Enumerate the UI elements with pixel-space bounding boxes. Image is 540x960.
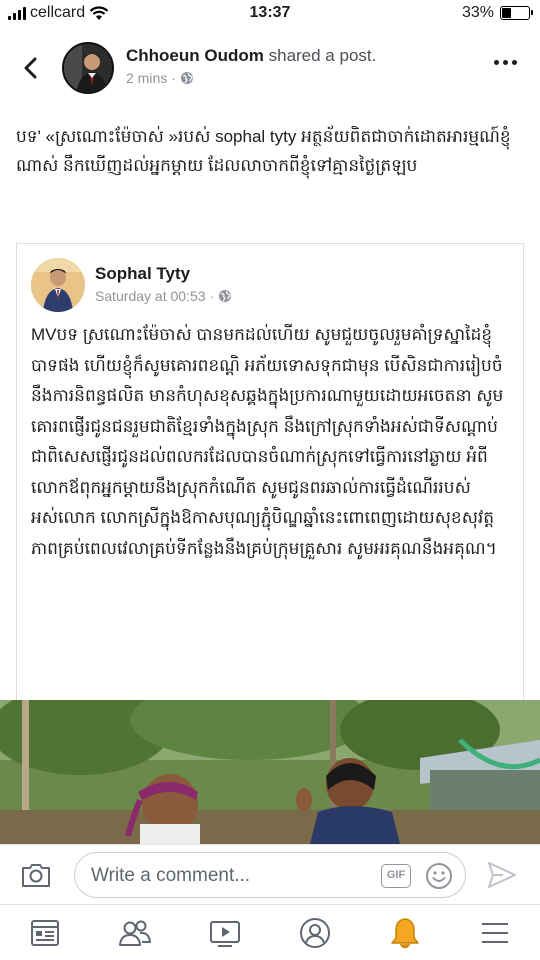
camera-icon[interactable]: [20, 861, 52, 889]
comment-placeholder: Write a comment...: [91, 865, 251, 886]
shared-post-card[interactable]: Sophal Tyty Saturday at 00:53 · MVបទ ស្រ…: [16, 243, 524, 703]
post-action: shared a post.: [268, 46, 377, 65]
video-thumbnail[interactable]: [0, 700, 540, 844]
status-bar: cellcard 13:37 33%: [0, 0, 540, 28]
send-icon[interactable]: [486, 859, 518, 891]
shared-author-name[interactable]: Sophal Tyty: [95, 264, 190, 284]
post-meta: 2 mins ·: [126, 70, 194, 86]
bottom-navigation: [0, 904, 540, 960]
comment-bar: Write a comment... GIF: [0, 844, 540, 904]
back-arrow-icon[interactable]: [18, 54, 46, 82]
nav-profile[interactable]: [270, 905, 360, 960]
nav-friends[interactable]: [90, 905, 180, 960]
notifications-bell-icon: [391, 917, 419, 948]
post-time[interactable]: 2 mins: [126, 70, 167, 86]
globe-icon: [180, 72, 193, 84]
shared-post-text: MVបទ ស្រណោះម៉ែចាស់ បានមកដល់ហើយ សូមជួយចូល…: [31, 325, 504, 558]
profile-icon: [300, 917, 330, 948]
news-feed-icon: [31, 919, 59, 946]
author-avatar[interactable]: [62, 42, 114, 94]
post-text: បទ' «ស្រណោះម៉ែចាស់ »របស់ sophal tyty អត្…: [16, 127, 511, 175]
menu-icon: [482, 922, 508, 943]
author-name[interactable]: Chhoeun Oudom: [126, 46, 264, 65]
watch-icon: [210, 920, 240, 947]
friends-icon: [119, 920, 151, 946]
shared-post-meta: Saturday at 00:53 ·: [95, 288, 232, 304]
shared-post-time[interactable]: Saturday at 00:53: [95, 288, 206, 304]
post-author-line: Chhoeun Oudom shared a post.: [126, 46, 376, 66]
post-header: Chhoeun Oudom shared a post. 2 mins ·: [0, 38, 540, 102]
more-dots-icon: [494, 60, 499, 65]
globe-icon: [219, 290, 232, 302]
gif-button[interactable]: GIF: [381, 864, 411, 888]
battery-icon: [500, 6, 533, 20]
emoji-icon[interactable]: [425, 862, 453, 890]
nav-watch[interactable]: [180, 905, 270, 960]
comment-input[interactable]: Write a comment... GIF: [74, 852, 466, 898]
nav-news-feed[interactable]: [0, 905, 90, 960]
battery-percent: 33%: [461, 4, 494, 21]
more-options-button[interactable]: [494, 60, 518, 68]
clock: 13:37: [249, 4, 291, 21]
nav-notifications[interactable]: [360, 905, 450, 960]
nav-menu[interactable]: [450, 905, 540, 960]
shared-author-avatar[interactable]: [31, 258, 85, 312]
